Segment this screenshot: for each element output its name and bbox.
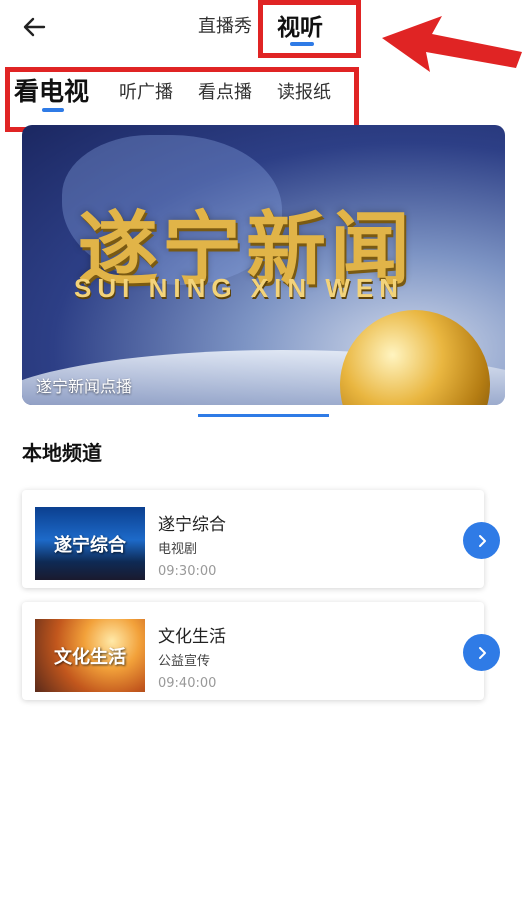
back-button[interactable] — [20, 12, 50, 42]
channel-name: 文化生活 — [158, 627, 226, 647]
subtab-on-demand[interactable]: 看点播 — [198, 78, 252, 104]
section-title: 本地频道 — [22, 441, 102, 465]
channel-card[interactable]: 文化生活 文化生活 公益宣传 09:40:00 — [22, 602, 500, 700]
channel-thumbnail: 文化生活 — [35, 619, 145, 692]
chevron-right-icon — [478, 646, 486, 659]
back-arrow-icon — [23, 17, 46, 37]
channel-thumbnail-text: 文化生活 — [54, 646, 126, 668]
tab-live-show[interactable]: 直播秀 — [198, 12, 252, 38]
banner-logo-subtitle: SUI NING XIN WEN — [74, 273, 405, 303]
channel-time: 09:40:00 — [158, 676, 217, 691]
chevron-right-icon — [478, 534, 486, 547]
channel-thumbnail: 遂宁综合 — [35, 507, 145, 580]
channel-program-type: 电视剧 — [158, 542, 198, 557]
channel-go-button[interactable] — [463, 634, 500, 671]
channel-go-button[interactable] — [463, 522, 500, 559]
tab-audio-video[interactable]: 视听 — [277, 8, 323, 42]
carousel-indicator — [198, 414, 329, 417]
banner-caption: 遂宁新闻点播 — [36, 377, 133, 396]
subtab-watch-tv[interactable]: 看电视 — [14, 72, 89, 108]
active-subtab-indicator — [42, 108, 64, 112]
active-tab-indicator — [290, 42, 314, 46]
subtab-read-newspaper[interactable]: 读报纸 — [277, 78, 331, 104]
channel-time: 09:30:00 — [158, 564, 217, 579]
channel-program-type: 公益宣传 — [158, 654, 211, 669]
channel-thumbnail-text: 遂宁综合 — [54, 534, 126, 556]
subtab-listen-radio[interactable]: 听广播 — [119, 78, 173, 104]
featured-banner[interactable]: 遂宁新闻 SUI NING XIN WEN 遂宁新闻点播 — [22, 125, 505, 405]
banner-globe-graphic — [340, 310, 490, 405]
channel-name: 遂宁综合 — [158, 515, 226, 535]
channel-card[interactable]: 遂宁综合 遂宁综合 电视剧 09:30:00 — [22, 490, 500, 588]
annotation-arrow-icon — [382, 16, 522, 72]
